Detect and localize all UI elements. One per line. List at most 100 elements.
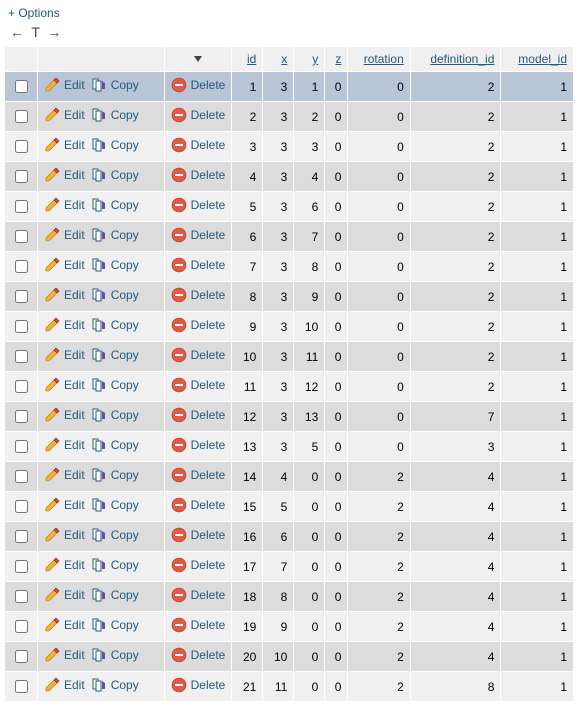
- col-definition-id[interactable]: definition_id: [410, 47, 501, 72]
- row-checkbox[interactable]: [15, 590, 28, 603]
- delete-link[interactable]: Delete: [171, 527, 226, 543]
- col-y[interactable]: y: [294, 47, 325, 72]
- copy-link[interactable]: Copy: [91, 527, 139, 543]
- delete-link[interactable]: Delete: [171, 137, 226, 153]
- col-x-link[interactable]: x: [281, 52, 287, 66]
- col-model-id-link[interactable]: model_id: [518, 52, 567, 66]
- edit-link[interactable]: Edit: [44, 407, 85, 423]
- row-checkbox[interactable]: [15, 470, 28, 483]
- col-model-id[interactable]: model_id: [501, 47, 574, 72]
- delete-link[interactable]: Delete: [171, 647, 226, 663]
- copy-link[interactable]: Copy: [91, 407, 139, 423]
- edit-link[interactable]: Edit: [44, 347, 85, 363]
- copy-link[interactable]: Copy: [91, 197, 139, 213]
- delete-link[interactable]: Delete: [171, 497, 226, 513]
- col-z[interactable]: z: [325, 47, 348, 72]
- row-checkbox[interactable]: [15, 140, 28, 153]
- copy-link[interactable]: Copy: [91, 587, 139, 603]
- options-link[interactable]: + Options: [8, 6, 60, 20]
- delete-link[interactable]: Delete: [171, 617, 226, 633]
- edit-link[interactable]: Edit: [44, 107, 85, 123]
- edit-link[interactable]: Edit: [44, 317, 85, 333]
- row-checkbox[interactable]: [15, 170, 28, 183]
- row-checkbox[interactable]: [15, 440, 28, 453]
- col-definition-id-link[interactable]: definition_id: [430, 52, 494, 66]
- col-id-link[interactable]: id: [247, 52, 256, 66]
- delete-link[interactable]: Delete: [171, 107, 226, 123]
- delete-link[interactable]: Delete: [171, 407, 226, 423]
- copy-link[interactable]: Copy: [91, 317, 139, 333]
- edit-link[interactable]: Edit: [44, 167, 85, 183]
- row-checkbox[interactable]: [15, 110, 28, 123]
- arrow-left-icon[interactable]: ←: [8, 24, 26, 40]
- copy-link[interactable]: Copy: [91, 167, 139, 183]
- delete-link[interactable]: Delete: [171, 467, 226, 483]
- edit-link[interactable]: Edit: [44, 587, 85, 603]
- row-checkbox[interactable]: [15, 350, 28, 363]
- delete-link[interactable]: Delete: [171, 437, 226, 453]
- row-checkbox[interactable]: [15, 560, 28, 573]
- edit-link[interactable]: Edit: [44, 287, 85, 303]
- edit-link[interactable]: Edit: [44, 227, 85, 243]
- row-checkbox[interactable]: [15, 620, 28, 633]
- delete-link[interactable]: Delete: [171, 677, 226, 693]
- copy-link[interactable]: Copy: [91, 677, 139, 693]
- delete-link[interactable]: Delete: [171, 317, 226, 333]
- copy-link[interactable]: Copy: [91, 497, 139, 513]
- copy-link[interactable]: Copy: [91, 347, 139, 363]
- edit-link[interactable]: Edit: [44, 647, 85, 663]
- row-checkbox[interactable]: [15, 650, 28, 663]
- copy-link[interactable]: Copy: [91, 137, 139, 153]
- copy-link[interactable]: Copy: [91, 467, 139, 483]
- row-checkbox[interactable]: [15, 680, 28, 693]
- row-checkbox[interactable]: [15, 260, 28, 273]
- t-symbol-icon[interactable]: T: [29, 24, 42, 40]
- edit-link[interactable]: Edit: [44, 557, 85, 573]
- copy-link[interactable]: Copy: [91, 377, 139, 393]
- edit-link[interactable]: Edit: [44, 437, 85, 453]
- edit-link[interactable]: Edit: [44, 617, 85, 633]
- edit-link[interactable]: Edit: [44, 497, 85, 513]
- delete-link[interactable]: Delete: [171, 377, 226, 393]
- delete-link[interactable]: Delete: [171, 347, 226, 363]
- edit-link[interactable]: Edit: [44, 77, 85, 93]
- row-checkbox[interactable]: [15, 530, 28, 543]
- row-checkbox[interactable]: [15, 410, 28, 423]
- delete-link[interactable]: Delete: [171, 257, 226, 273]
- col-y-link[interactable]: y: [312, 52, 318, 66]
- col-z-link[interactable]: z: [335, 52, 341, 66]
- row-checkbox[interactable]: [15, 290, 28, 303]
- edit-link[interactable]: Edit: [44, 527, 85, 543]
- delete-link[interactable]: Delete: [171, 557, 226, 573]
- edit-link[interactable]: Edit: [44, 467, 85, 483]
- edit-link[interactable]: Edit: [44, 197, 85, 213]
- edit-link[interactable]: Edit: [44, 377, 85, 393]
- col-x[interactable]: x: [263, 47, 294, 72]
- row-checkbox[interactable]: [15, 500, 28, 513]
- header-sort[interactable]: [164, 47, 232, 72]
- edit-link[interactable]: Edit: [44, 257, 85, 273]
- copy-link[interactable]: Copy: [91, 257, 139, 273]
- row-checkbox[interactable]: [15, 230, 28, 243]
- copy-link[interactable]: Copy: [91, 617, 139, 633]
- row-checkbox[interactable]: [15, 320, 28, 333]
- delete-link[interactable]: Delete: [171, 197, 226, 213]
- row-checkbox[interactable]: [15, 380, 28, 393]
- delete-link[interactable]: Delete: [171, 587, 226, 603]
- col-id[interactable]: id: [232, 47, 263, 72]
- copy-link[interactable]: Copy: [91, 557, 139, 573]
- delete-link[interactable]: Delete: [171, 287, 226, 303]
- copy-link[interactable]: Copy: [91, 107, 139, 123]
- copy-link[interactable]: Copy: [91, 287, 139, 303]
- col-rotation-link[interactable]: rotation: [364, 52, 404, 66]
- delete-link[interactable]: Delete: [171, 77, 226, 93]
- col-rotation[interactable]: rotation: [348, 47, 410, 72]
- copy-link[interactable]: Copy: [91, 77, 139, 93]
- arrow-right-icon[interactable]: →: [45, 24, 63, 40]
- edit-link[interactable]: Edit: [44, 137, 85, 153]
- delete-link[interactable]: Delete: [171, 227, 226, 243]
- row-checkbox[interactable]: [15, 80, 28, 93]
- copy-link[interactable]: Copy: [91, 227, 139, 243]
- delete-link[interactable]: Delete: [171, 167, 226, 183]
- copy-link[interactable]: Copy: [91, 437, 139, 453]
